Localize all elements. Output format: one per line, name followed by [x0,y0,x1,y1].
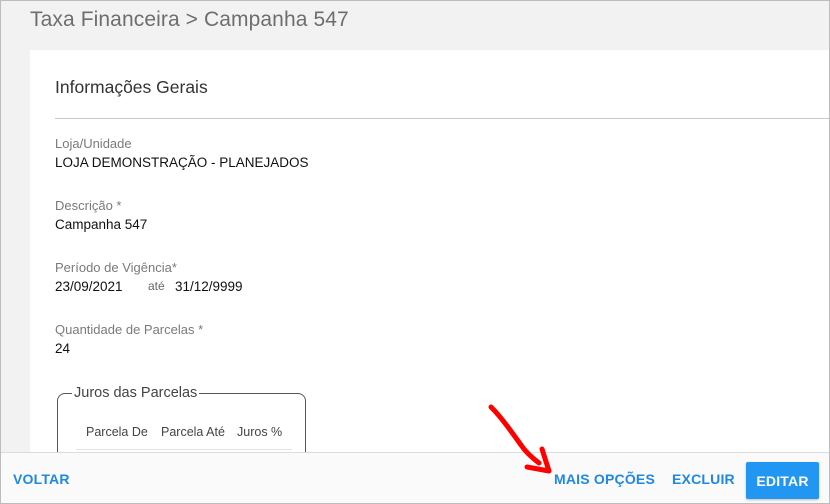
juros-legend: Juros das Parcelas [72,385,200,401]
column-header-parcela-de: Parcela De [86,425,148,439]
breadcrumb: Taxa Financeira > Campanha 547 [30,8,349,31]
descricao-label: Descrição * [55,198,122,213]
page: Taxa Financeira > Campanha 547 Informaçõ… [0,0,830,504]
section-title: Informações Gerais [55,77,208,97]
periodo-end-value: 31/12/9999 [175,279,243,294]
mais-opcoes-button[interactable]: MAIS OPÇÕES [554,453,655,503]
column-header-juros: Juros % [237,425,283,439]
voltar-button[interactable]: VOLTAR [13,453,70,503]
loja-label: Loja/Unidade [55,136,132,151]
periodo-label: Período de Vigência* [55,260,177,275]
excluir-button[interactable]: EXCLUIR [672,453,735,503]
parcelas-label: Quantidade de Parcelas * [55,322,204,337]
editar-button[interactable]: EDITAR [746,462,819,499]
section-divider [55,118,829,119]
periodo-separator: até [148,279,165,293]
periodo-start-value: 23/09/2021 [55,279,123,294]
general-info-card: Informações Gerais Loja/Unidade LOJA DEM… [30,50,829,483]
parcelas-value: 24 [55,341,71,356]
red-arrow-icon [488,404,552,474]
column-header-parcela-ate: Parcela Até [161,425,225,439]
table-header-divider [76,449,292,450]
loja-value: LOJA DEMONSTRAÇÃO - PLANEJADOS [55,155,309,170]
footer-action-bar: VOLTAR MAIS OPÇÕES EXCLUIR EDITAR [1,452,829,503]
descricao-value: Campanha 547 [55,217,148,232]
